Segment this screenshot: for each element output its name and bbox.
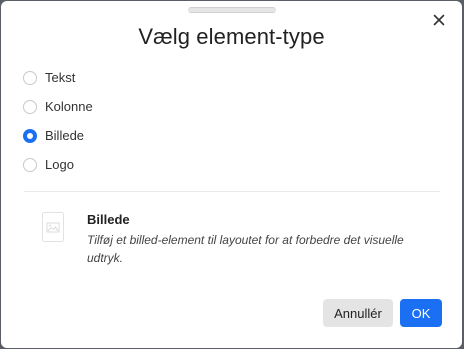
ok-button[interactable]: OK <box>400 299 442 327</box>
drag-handle[interactable] <box>188 7 276 13</box>
element-type-dialog: Vælg element-type Tekst Kolonne Billede … <box>1 1 462 348</box>
radio-button-selected[interactable] <box>23 128 37 143</box>
description-title: Billede <box>87 212 130 227</box>
description-text: Tilføj et billed-element til layoutet fo… <box>87 233 404 265</box>
divider <box>24 191 440 192</box>
option-tekst[interactable]: Tekst <box>23 63 93 92</box>
radio-button[interactable] <box>23 157 37 172</box>
option-billede[interactable]: Billede <box>23 121 93 150</box>
option-logo[interactable]: Logo <box>23 150 93 179</box>
dialog-title: Vælg element-type <box>138 24 325 49</box>
option-label: Billede <box>45 128 85 143</box>
option-label: Logo <box>45 157 74 172</box>
image-document-icon <box>41 211 65 243</box>
option-label: Kolonne <box>45 99 93 114</box>
option-label: Tekst <box>45 70 76 85</box>
cancel-button[interactable]: Annullér <box>323 299 393 327</box>
radio-button[interactable] <box>23 99 37 114</box>
option-kolonne[interactable]: Kolonne <box>23 92 93 121</box>
radio-button[interactable] <box>23 70 37 85</box>
element-type-options: Tekst Kolonne Billede Logo <box>23 63 93 179</box>
